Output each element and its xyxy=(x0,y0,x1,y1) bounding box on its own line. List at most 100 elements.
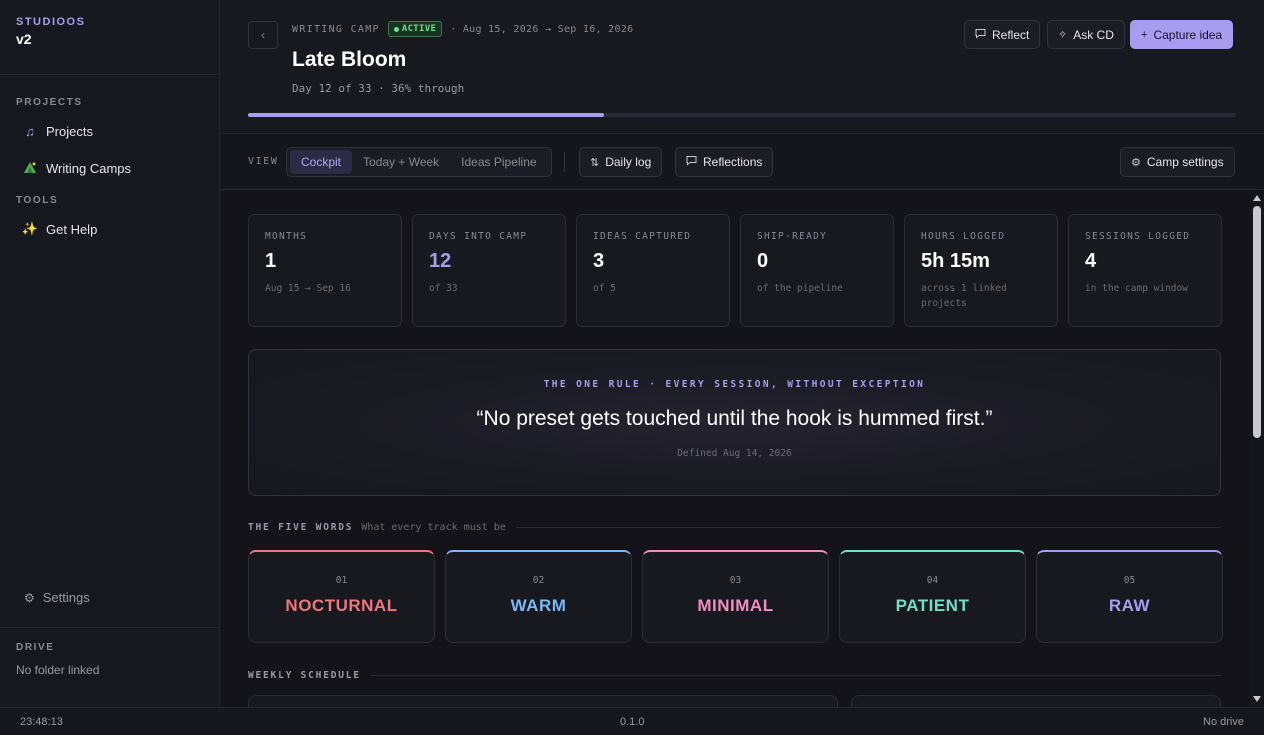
stat-label: MONTHS xyxy=(265,231,308,242)
stat-sub: Aug 15 → Sep 16 xyxy=(265,283,351,294)
back-button[interactable]: ‹ xyxy=(248,21,278,49)
drive-label: DRIVE xyxy=(16,642,55,653)
schedule-card xyxy=(248,695,838,707)
view-switcher: Cockpit Today + Week Ideas Pipeline xyxy=(286,147,552,177)
word-text: PATIENT xyxy=(895,596,970,615)
word-number: 01 xyxy=(335,575,348,586)
stat-sub: in the camp window xyxy=(1085,283,1188,294)
stat-value: 3 xyxy=(593,250,605,272)
toolbar-divider xyxy=(564,152,565,172)
status-drive: No drive xyxy=(1203,716,1244,728)
brand-version: v2 xyxy=(16,31,32,47)
scroll-down-arrow-icon[interactable] xyxy=(1253,696,1261,702)
sort-arrows-icon: ⇅ xyxy=(590,156,600,169)
comment-icon xyxy=(975,28,986,42)
camp-header: ‹ WRITING CAMP ACTIVE · Aug 15, 2026 → S… xyxy=(220,0,1264,134)
scroll-thumb[interactable] xyxy=(1253,206,1261,438)
one-rule-eyebrow: THE ONE RULE · EVERY SESSION, WITHOUT EX… xyxy=(543,379,926,390)
tab-ideas-pipeline[interactable]: Ideas Pipeline xyxy=(450,150,547,174)
word-text: RAW xyxy=(1108,596,1151,615)
status-badge-text: ACTIVE xyxy=(401,24,437,34)
one-rule-card: THE ONE RULE · EVERY SESSION, WITHOUT EX… xyxy=(248,349,1221,496)
stat-card-days: DAYS INTO CAMP 12 of 33 xyxy=(412,214,566,327)
sparkle-icon: ✧ xyxy=(1058,29,1068,41)
stat-label: SHIP-READY xyxy=(757,231,828,242)
stat-sub: of 5 xyxy=(593,283,616,294)
one-rule-defined-date: Defined Aug 14, 2026 xyxy=(677,448,792,459)
tab-cockpit[interactable]: Cockpit xyxy=(290,150,353,174)
comment-icon xyxy=(686,155,697,169)
music-note-icon: ♫ xyxy=(25,123,35,139)
ask-cd-button[interactable]: ✧ Ask CD xyxy=(1047,20,1125,49)
chevron-left-icon: ‹ xyxy=(261,28,265,42)
word-number: 03 xyxy=(729,575,742,586)
section-divider xyxy=(370,675,1221,676)
reflections-label: Reflections xyxy=(703,155,763,169)
word-text: NOCTURNAL xyxy=(285,596,398,615)
brand-name: STUDIOOS xyxy=(16,16,86,28)
one-rule-quote: “No preset gets touched until the hook i… xyxy=(476,407,993,430)
sidebar: STUDIOOS v2 PROJECTS ♫ Projects Writing … xyxy=(0,0,220,707)
plus-icon: + xyxy=(1141,28,1148,41)
page-title: Late Bloom xyxy=(292,48,407,71)
camp-type-label: WRITING CAMP xyxy=(292,23,380,35)
tab-today-week[interactable]: Today + Week xyxy=(352,150,450,174)
word-card: 02 WARM xyxy=(445,550,632,643)
capture-idea-button-label: Capture idea xyxy=(1153,27,1223,42)
status-dot-icon xyxy=(393,26,399,32)
stat-label: IDEAS CAPTURED xyxy=(593,231,692,242)
reflections-button[interactable]: Reflections xyxy=(675,147,774,177)
word-card: 03 MINIMAL xyxy=(642,550,829,643)
sidebar-item-projects[interactable]: ♫ Projects xyxy=(0,116,219,146)
sidebar-item-label: Writing Camps xyxy=(46,160,132,176)
word-number: 02 xyxy=(532,575,545,586)
cockpit-content: MONTHS 1 Aug 15 → Sep 16 DAYS INTO CAMP … xyxy=(220,190,1250,707)
sidebar-item-label: Projects xyxy=(46,123,93,139)
stat-value: 0 xyxy=(757,250,769,272)
view-label: VIEW xyxy=(248,156,279,167)
daily-log-button[interactable]: ⇅ Daily log xyxy=(579,147,663,177)
camp-progress-fill xyxy=(248,113,604,117)
stat-label: SESSIONS LOGGED xyxy=(1085,231,1191,242)
settings-link[interactable]: ⚙ Settings xyxy=(24,590,90,605)
word-text: WARM xyxy=(510,596,567,615)
stat-sub: of the pipeline xyxy=(757,283,843,294)
content-scrollbar[interactable] xyxy=(1250,190,1264,707)
ask-cd-button-label: Ask CD xyxy=(1073,27,1114,42)
word-text: MINIMAL xyxy=(697,596,774,615)
stat-card-ideas: IDEAS CAPTURED 3 of 5 xyxy=(576,214,730,327)
stats-row: MONTHS 1 Aug 15 → Sep 16 DAYS INTO CAMP … xyxy=(248,214,1222,327)
gear-icon: ⚙ xyxy=(24,590,35,605)
stat-card-ship-ready: SHIP-READY 0 of the pipeline xyxy=(740,214,894,327)
view-toolbar: VIEW Cockpit Today + Week Ideas Pipeline… xyxy=(220,134,1264,190)
section-title: WEEKLY SCHEDULE xyxy=(248,670,361,681)
sparkles-icon: ✨ xyxy=(21,221,39,236)
gear-icon: ⚙ xyxy=(1131,156,1141,169)
sidebar-item-get-help[interactable]: ✨ Get Help xyxy=(0,214,219,244)
sidebar-item-label: Get Help xyxy=(46,221,98,237)
scroll-up-arrow-icon[interactable] xyxy=(1253,195,1261,201)
stat-value: 4 xyxy=(1085,250,1097,272)
five-words-row: 01 NOCTURNAL 02 WARM 03 MINIMAL 04 PATIE… xyxy=(248,550,1223,643)
reflect-button-label: Reflect xyxy=(992,27,1030,42)
weekly-schedule-header: WEEKLY SCHEDULE xyxy=(248,670,1221,681)
camp-settings-label: Camp settings xyxy=(1146,155,1224,169)
status-bar: 23:48:13 0.1.0 No drive xyxy=(0,707,1264,735)
stat-value: 1 xyxy=(265,250,277,272)
sidebar-section-projects: PROJECTS xyxy=(16,97,83,108)
camp-progress-text: Day 12 of 33 · 36% through xyxy=(292,82,465,95)
stat-card-hours: HOURS LOGGED 5h 15m across 1 linked proj… xyxy=(904,214,1058,327)
reflect-button[interactable]: Reflect xyxy=(964,20,1041,49)
schedule-card xyxy=(851,695,1221,707)
daily-log-label: Daily log xyxy=(605,155,652,169)
sidebar-section-tools: TOOLS xyxy=(16,195,59,206)
stat-value: 12 xyxy=(429,250,452,272)
sidebar-item-writing-camps[interactable]: Writing Camps xyxy=(0,153,219,183)
camp-eyebrow: WRITING CAMP ACTIVE · Aug 15, 2026 → Sep… xyxy=(292,21,633,37)
camp-progress-bar xyxy=(248,113,1236,117)
section-title: THE FIVE WORDS xyxy=(248,522,354,533)
camp-settings-button[interactable]: ⚙ Camp settings xyxy=(1120,147,1235,177)
status-badge: ACTIVE xyxy=(387,21,443,37)
capture-idea-button[interactable]: + Capture idea xyxy=(1130,20,1234,49)
five-words-header: THE FIVE WORDS What every track must be xyxy=(248,522,1221,533)
